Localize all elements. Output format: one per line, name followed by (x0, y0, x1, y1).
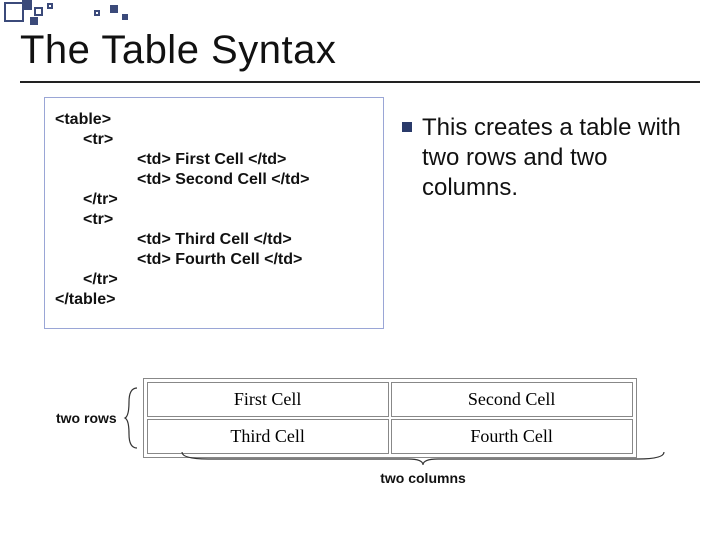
table-cell: First Cell (147, 382, 389, 417)
table-cell: Third Cell (147, 419, 389, 454)
code-line: </tr> (55, 190, 373, 210)
code-line: <tr> (55, 210, 373, 230)
code-line: <table> (55, 110, 373, 130)
cols-label: two columns (178, 470, 668, 486)
table-row: Third Cell Fourth Cell (147, 419, 633, 454)
code-line: <td> First Cell </td> (55, 150, 373, 170)
bullet-text: This creates a table with two rows and t… (422, 113, 700, 203)
square-bullet-icon (402, 122, 412, 132)
code-line: <td> Third Cell </td> (55, 230, 373, 250)
demo-table: First Cell Second Cell Third Cell Fourth… (143, 378, 637, 458)
brace-horizontal-icon (178, 450, 668, 466)
code-line: </tr> (55, 270, 373, 290)
slide-title: The Table Syntax (20, 28, 700, 73)
corner-decoration (0, 0, 140, 28)
code-line: <td> Second Cell </td> (55, 170, 373, 190)
code-example-box: <table> <tr> <td> First Cell </td> <td> … (44, 97, 384, 329)
brace-vertical-icon (123, 386, 137, 450)
code-line: </table> (55, 290, 373, 310)
code-line: <tr> (55, 130, 373, 150)
table-cell: Second Cell (391, 382, 633, 417)
table-cell: Fourth Cell (391, 419, 633, 454)
rows-label: two rows (56, 410, 117, 426)
code-line: <td> Fourth Cell </td> (55, 250, 373, 270)
bullet-item: This creates a table with two rows and t… (402, 113, 700, 203)
table-row: First Cell Second Cell (147, 382, 633, 417)
